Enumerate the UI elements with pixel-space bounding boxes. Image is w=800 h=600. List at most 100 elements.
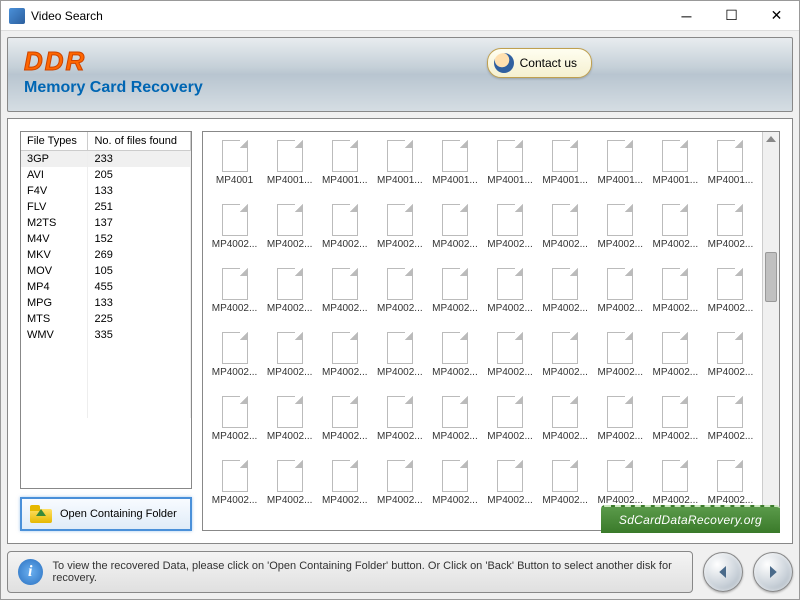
file-item[interactable]: MP4002...: [593, 332, 648, 394]
file-icon: [277, 332, 303, 364]
file-item[interactable]: MP4002...: [262, 268, 317, 330]
file-item[interactable]: MP4002...: [482, 204, 537, 266]
file-item[interactable]: MP4002...: [482, 268, 537, 330]
file-item[interactable]: MP4001...: [703, 140, 758, 202]
table-row[interactable]: M4V152: [21, 231, 191, 247]
table-row[interactable]: MPG133: [21, 295, 191, 311]
file-label: MP4001...: [320, 175, 370, 186]
file-item[interactable]: MP4001...: [427, 140, 482, 202]
file-item[interactable]: MP4002...: [207, 332, 262, 394]
file-item[interactable]: MP4002...: [427, 204, 482, 266]
file-item[interactable]: MP4002...: [703, 204, 758, 266]
file-item[interactable]: MP4002...: [538, 332, 593, 394]
file-item[interactable]: MP4002...: [703, 332, 758, 394]
file-item[interactable]: MP4002...: [207, 268, 262, 330]
file-label: MP4002...: [650, 239, 700, 250]
file-icon: [222, 396, 248, 428]
file-item[interactable]: MP4002...: [207, 396, 262, 458]
file-item[interactable]: MP4002...: [593, 268, 648, 330]
file-item[interactable]: MP4002...: [482, 396, 537, 458]
file-item[interactable]: MP4002...: [207, 460, 262, 522]
file-item[interactable]: MP4001: [207, 140, 262, 202]
file-item[interactable]: MP4002...: [317, 460, 372, 522]
file-label: MP4002...: [595, 367, 645, 378]
file-item[interactable]: MP4001...: [372, 140, 427, 202]
open-containing-folder-button[interactable]: Open Containing Folder: [20, 497, 192, 531]
table-row[interactable]: WMV335: [21, 327, 191, 343]
table-row[interactable]: MOV105: [21, 263, 191, 279]
file-item[interactable]: MP4002...: [648, 396, 703, 458]
file-label: MP4002...: [210, 495, 260, 506]
file-item[interactable]: MP4002...: [427, 268, 482, 330]
file-item[interactable]: MP4002...: [538, 460, 593, 522]
table-row[interactable]: MKV269: [21, 247, 191, 263]
file-item[interactable]: MP4002...: [703, 268, 758, 330]
file-item[interactable]: MP4002...: [372, 396, 427, 458]
file-item[interactable]: MP4001...: [482, 140, 537, 202]
file-item[interactable]: MP4002...: [648, 332, 703, 394]
file-item[interactable]: MP4002...: [593, 396, 648, 458]
file-item[interactable]: MP4001...: [538, 140, 593, 202]
file-icon: [662, 396, 688, 428]
file-item[interactable]: MP4001...: [593, 140, 648, 202]
file-item[interactable]: MP4002...: [262, 396, 317, 458]
file-item[interactable]: MP4002...: [317, 332, 372, 394]
file-item[interactable]: MP4002...: [648, 204, 703, 266]
file-item[interactable]: MP4002...: [372, 332, 427, 394]
file-item[interactable]: MP4002...: [372, 268, 427, 330]
file-label: MP4001: [210, 175, 260, 186]
table-row[interactable]: MP4455: [21, 279, 191, 295]
file-item[interactable]: MP4002...: [538, 396, 593, 458]
contact-us-button[interactable]: Contact us: [487, 48, 592, 78]
table-row[interactable]: F4V133: [21, 183, 191, 199]
file-grid[interactable]: MP4001MP4001...MP4001...MP4001...MP4001.…: [203, 132, 762, 530]
forward-button[interactable]: [753, 552, 793, 592]
file-item[interactable]: MP4001...: [262, 140, 317, 202]
col-count[interactable]: No. of files found: [88, 132, 191, 151]
file-icon: [442, 204, 468, 236]
file-item[interactable]: MP4002...: [427, 332, 482, 394]
file-item[interactable]: MP4002...: [538, 204, 593, 266]
file-item[interactable]: MP4002...: [207, 204, 262, 266]
table-row[interactable]: M2TS137: [21, 215, 191, 231]
file-item[interactable]: MP4002...: [703, 396, 758, 458]
file-item[interactable]: MP4002...: [427, 396, 482, 458]
maximize-button[interactable]: ☐: [709, 1, 754, 31]
minimize-button[interactable]: ─: [664, 1, 709, 31]
titlebar[interactable]: Video Search ─ ☐ ✕: [1, 1, 799, 31]
file-item[interactable]: MP4001...: [648, 140, 703, 202]
back-button[interactable]: [703, 552, 743, 592]
file-item[interactable]: MP4002...: [262, 460, 317, 522]
table-row[interactable]: MTS225: [21, 311, 191, 327]
col-file-types[interactable]: File Types: [21, 132, 88, 151]
close-button[interactable]: ✕: [754, 1, 799, 31]
file-item[interactable]: MP4002...: [317, 396, 372, 458]
cell-count: 225: [88, 311, 191, 327]
file-item[interactable]: MP4002...: [262, 332, 317, 394]
table-row[interactable]: AVI205: [21, 167, 191, 183]
file-item[interactable]: MP4002...: [538, 268, 593, 330]
file-item[interactable]: MP4002...: [593, 204, 648, 266]
file-item[interactable]: MP4002...: [427, 460, 482, 522]
scroll-thumb[interactable]: [765, 252, 777, 302]
scrollbar[interactable]: [762, 132, 779, 530]
file-item[interactable]: MP4002...: [482, 460, 537, 522]
table-row[interactable]: 3GP233: [21, 151, 191, 168]
file-item[interactable]: MP4002...: [372, 204, 427, 266]
file-icon: [717, 204, 743, 236]
file-item[interactable]: MP4001...: [317, 140, 372, 202]
file-item[interactable]: MP4002...: [648, 268, 703, 330]
brand-ribbon[interactable]: SdCardDataRecovery.org: [601, 505, 780, 533]
file-icon: [332, 268, 358, 300]
file-types-table[interactable]: File Types No. of files found 3GP233AVI2…: [20, 131, 192, 489]
file-item[interactable]: MP4002...: [317, 204, 372, 266]
file-item[interactable]: MP4002...: [317, 268, 372, 330]
file-icon: [332, 460, 358, 492]
file-item[interactable]: MP4002...: [482, 332, 537, 394]
file-item[interactable]: MP4002...: [262, 204, 317, 266]
file-label: MP4002...: [540, 367, 590, 378]
file-item[interactable]: MP4002...: [372, 460, 427, 522]
table-row[interactable]: FLV251: [21, 199, 191, 215]
file-label: MP4002...: [650, 303, 700, 314]
file-icon: [607, 140, 633, 172]
